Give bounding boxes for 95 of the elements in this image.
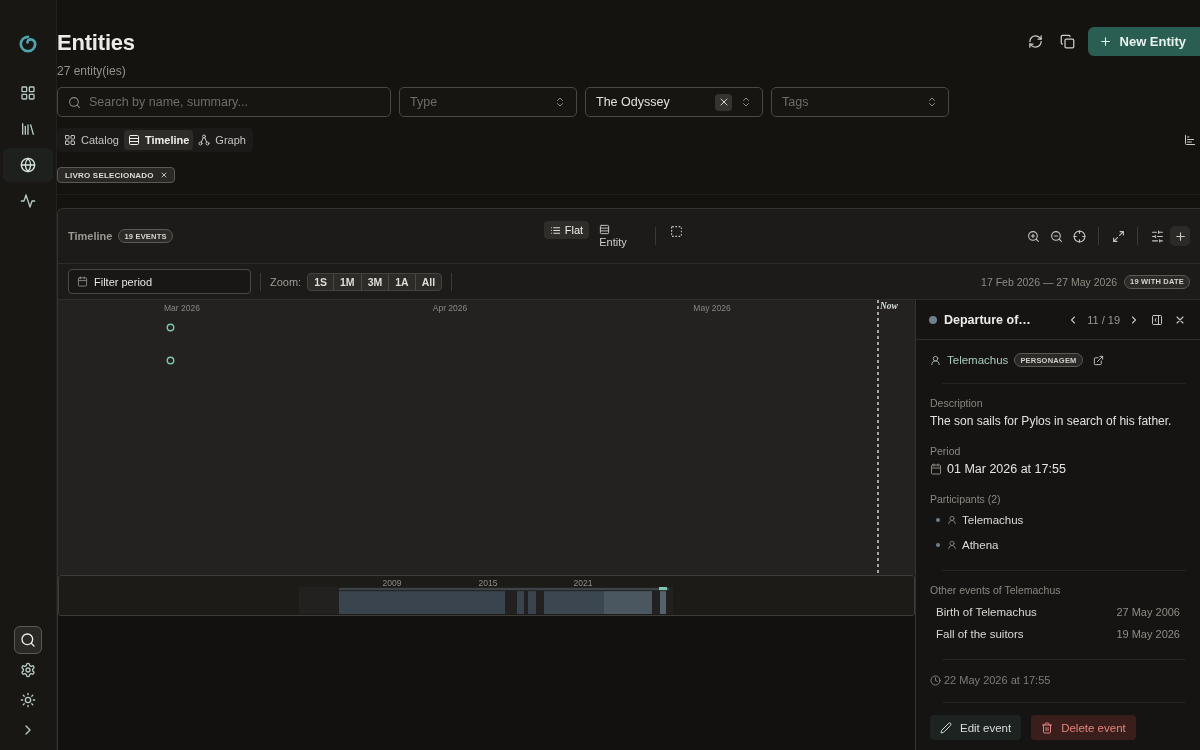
section-label: Period — [930, 444, 962, 458]
updated-time: 22 May 2026 at 17:55 — [944, 674, 1051, 686]
entity-link[interactable]: Telemachus — [947, 354, 1009, 366]
axis-label: May 2026 — [693, 303, 731, 313]
bar-chart-icon — [1184, 134, 1196, 146]
view-tab[interactable]: Graph — [194, 130, 250, 150]
bullet-dot-icon — [936, 518, 940, 522]
timeline-title: Timeline — [68, 230, 113, 242]
period-filter-field[interactable]: Filter period — [68, 269, 251, 294]
chevrons-up-down-icon — [926, 96, 938, 108]
search-field[interactable]: Search by name, summary... — [57, 87, 391, 117]
grid-icon — [64, 134, 76, 146]
event-description: The son sails for Pylos in search of his father. — [930, 413, 1173, 429]
delete-event-button[interactable]: Delete event — [1031, 715, 1136, 740]
world-nav-button[interactable] — [3, 148, 53, 182]
view-tab[interactable]: Catalog — [60, 130, 123, 150]
zoom-in-icon — [1026, 229, 1040, 243]
zoom-option[interactable]: 1M — [333, 273, 361, 290]
mode-tab[interactable]: Flat — [543, 221, 590, 239]
clock-icon — [930, 674, 941, 686]
axis-label: Mar 2026 — [164, 303, 200, 313]
close-icon — [159, 171, 168, 179]
event-period: 01 Mar 2026 at 17:55 — [947, 462, 1066, 476]
filter-chip[interactable]: LIVRO SELECIONADO — [57, 167, 175, 183]
bullet-dot-icon — [936, 543, 940, 547]
year-label: 2021 — [573, 578, 593, 588]
zoom-out-icon — [1049, 229, 1063, 243]
zoom-option[interactable]: 1S — [308, 273, 334, 290]
related-event-name[interactable]: Fall of the suitors — [936, 628, 1024, 640]
sliders-icon — [1150, 229, 1164, 243]
expand-icon — [1111, 229, 1125, 243]
zoom-option[interactable]: All — [414, 273, 442, 290]
graph-nodes-icon — [198, 134, 211, 146]
pencil-icon — [940, 721, 952, 734]
plus-icon — [1173, 229, 1187, 243]
calendar-icon — [77, 276, 88, 287]
entity-count: 27 entity(ies) — [57, 63, 127, 79]
panel-icon — [1151, 313, 1163, 326]
tags-select[interactable]: Tags — [771, 87, 949, 117]
page-title: Entities — [57, 30, 135, 56]
copy-icon — [1060, 34, 1076, 49]
date-range: 17 Feb 2026 — 27 May 2026 — [981, 275, 1118, 288]
settings-icon — [20, 662, 36, 678]
refresh-icon — [1028, 34, 1044, 49]
plus-icon — [1098, 35, 1112, 48]
chevrons-up-down-icon — [554, 96, 566, 108]
year-label: 2009 — [382, 578, 402, 588]
type-select[interactable]: Type — [399, 87, 577, 117]
now-label: Now — [880, 301, 898, 311]
mode-tab[interactable]: Entity — [593, 221, 646, 251]
chevrons-up-down-icon — [740, 96, 752, 108]
calendar-icon — [930, 463, 942, 475]
search-icon — [68, 95, 81, 109]
book-select[interactable]: The Odyssey — [585, 87, 763, 117]
related-event-date: 27 May 2006 — [1116, 606, 1180, 618]
view-tab[interactable]: Timeline — [123, 130, 194, 150]
section-label: Description — [930, 396, 984, 410]
event-position: 11 / 19 — [1087, 313, 1120, 326]
person-icon — [947, 515, 957, 525]
status-dot-icon — [929, 315, 937, 324]
external-link-icon — [1093, 354, 1105, 366]
participant-name[interactable]: Athena — [962, 539, 999, 551]
table-rows-icon — [127, 134, 140, 146]
dashed-square-icon — [669, 224, 683, 238]
add-event-button[interactable] — [1170, 226, 1190, 246]
grid-icon — [20, 85, 36, 101]
related-event-name[interactable]: Birth of Telemachus — [936, 606, 1037, 618]
search-icon — [20, 632, 36, 648]
spiral-logo-icon — [19, 35, 37, 53]
globe-icon — [20, 157, 36, 173]
crosshair-icon — [1072, 229, 1086, 243]
books-icon — [20, 121, 36, 137]
trash-icon — [1041, 721, 1054, 734]
related-event-date: 19 May 2026 — [1116, 628, 1180, 640]
zoom-label: Zoom: — [270, 275, 302, 288]
new-entity-button[interactable]: New Entity — [1087, 27, 1200, 56]
zoom-option[interactable]: 1A — [388, 273, 415, 290]
person-icon — [947, 540, 957, 550]
table-rows-icon — [599, 224, 611, 235]
zoom-option[interactable]: 3M — [360, 273, 389, 290]
clear-button[interactable] — [715, 93, 732, 111]
year-label: 2015 — [478, 578, 498, 588]
list-icon — [549, 224, 561, 236]
pulse-icon — [20, 193, 36, 209]
edit-event-button[interactable]: Edit event — [930, 715, 1022, 740]
participant-name[interactable]: Telemachus — [962, 514, 1024, 526]
event-marker-icon[interactable] — [166, 323, 175, 332]
axis-label: Apr 2026 — [432, 303, 468, 313]
search-button[interactable] — [14, 626, 42, 654]
sun-icon — [20, 692, 36, 708]
section-label: Other events of Telemachus — [930, 583, 1062, 597]
person-icon — [930, 354, 941, 366]
section-label: Participants (2) — [930, 492, 1002, 506]
event-title: Departure of… — [944, 312, 1031, 327]
event-marker-icon[interactable] — [166, 356, 175, 365]
